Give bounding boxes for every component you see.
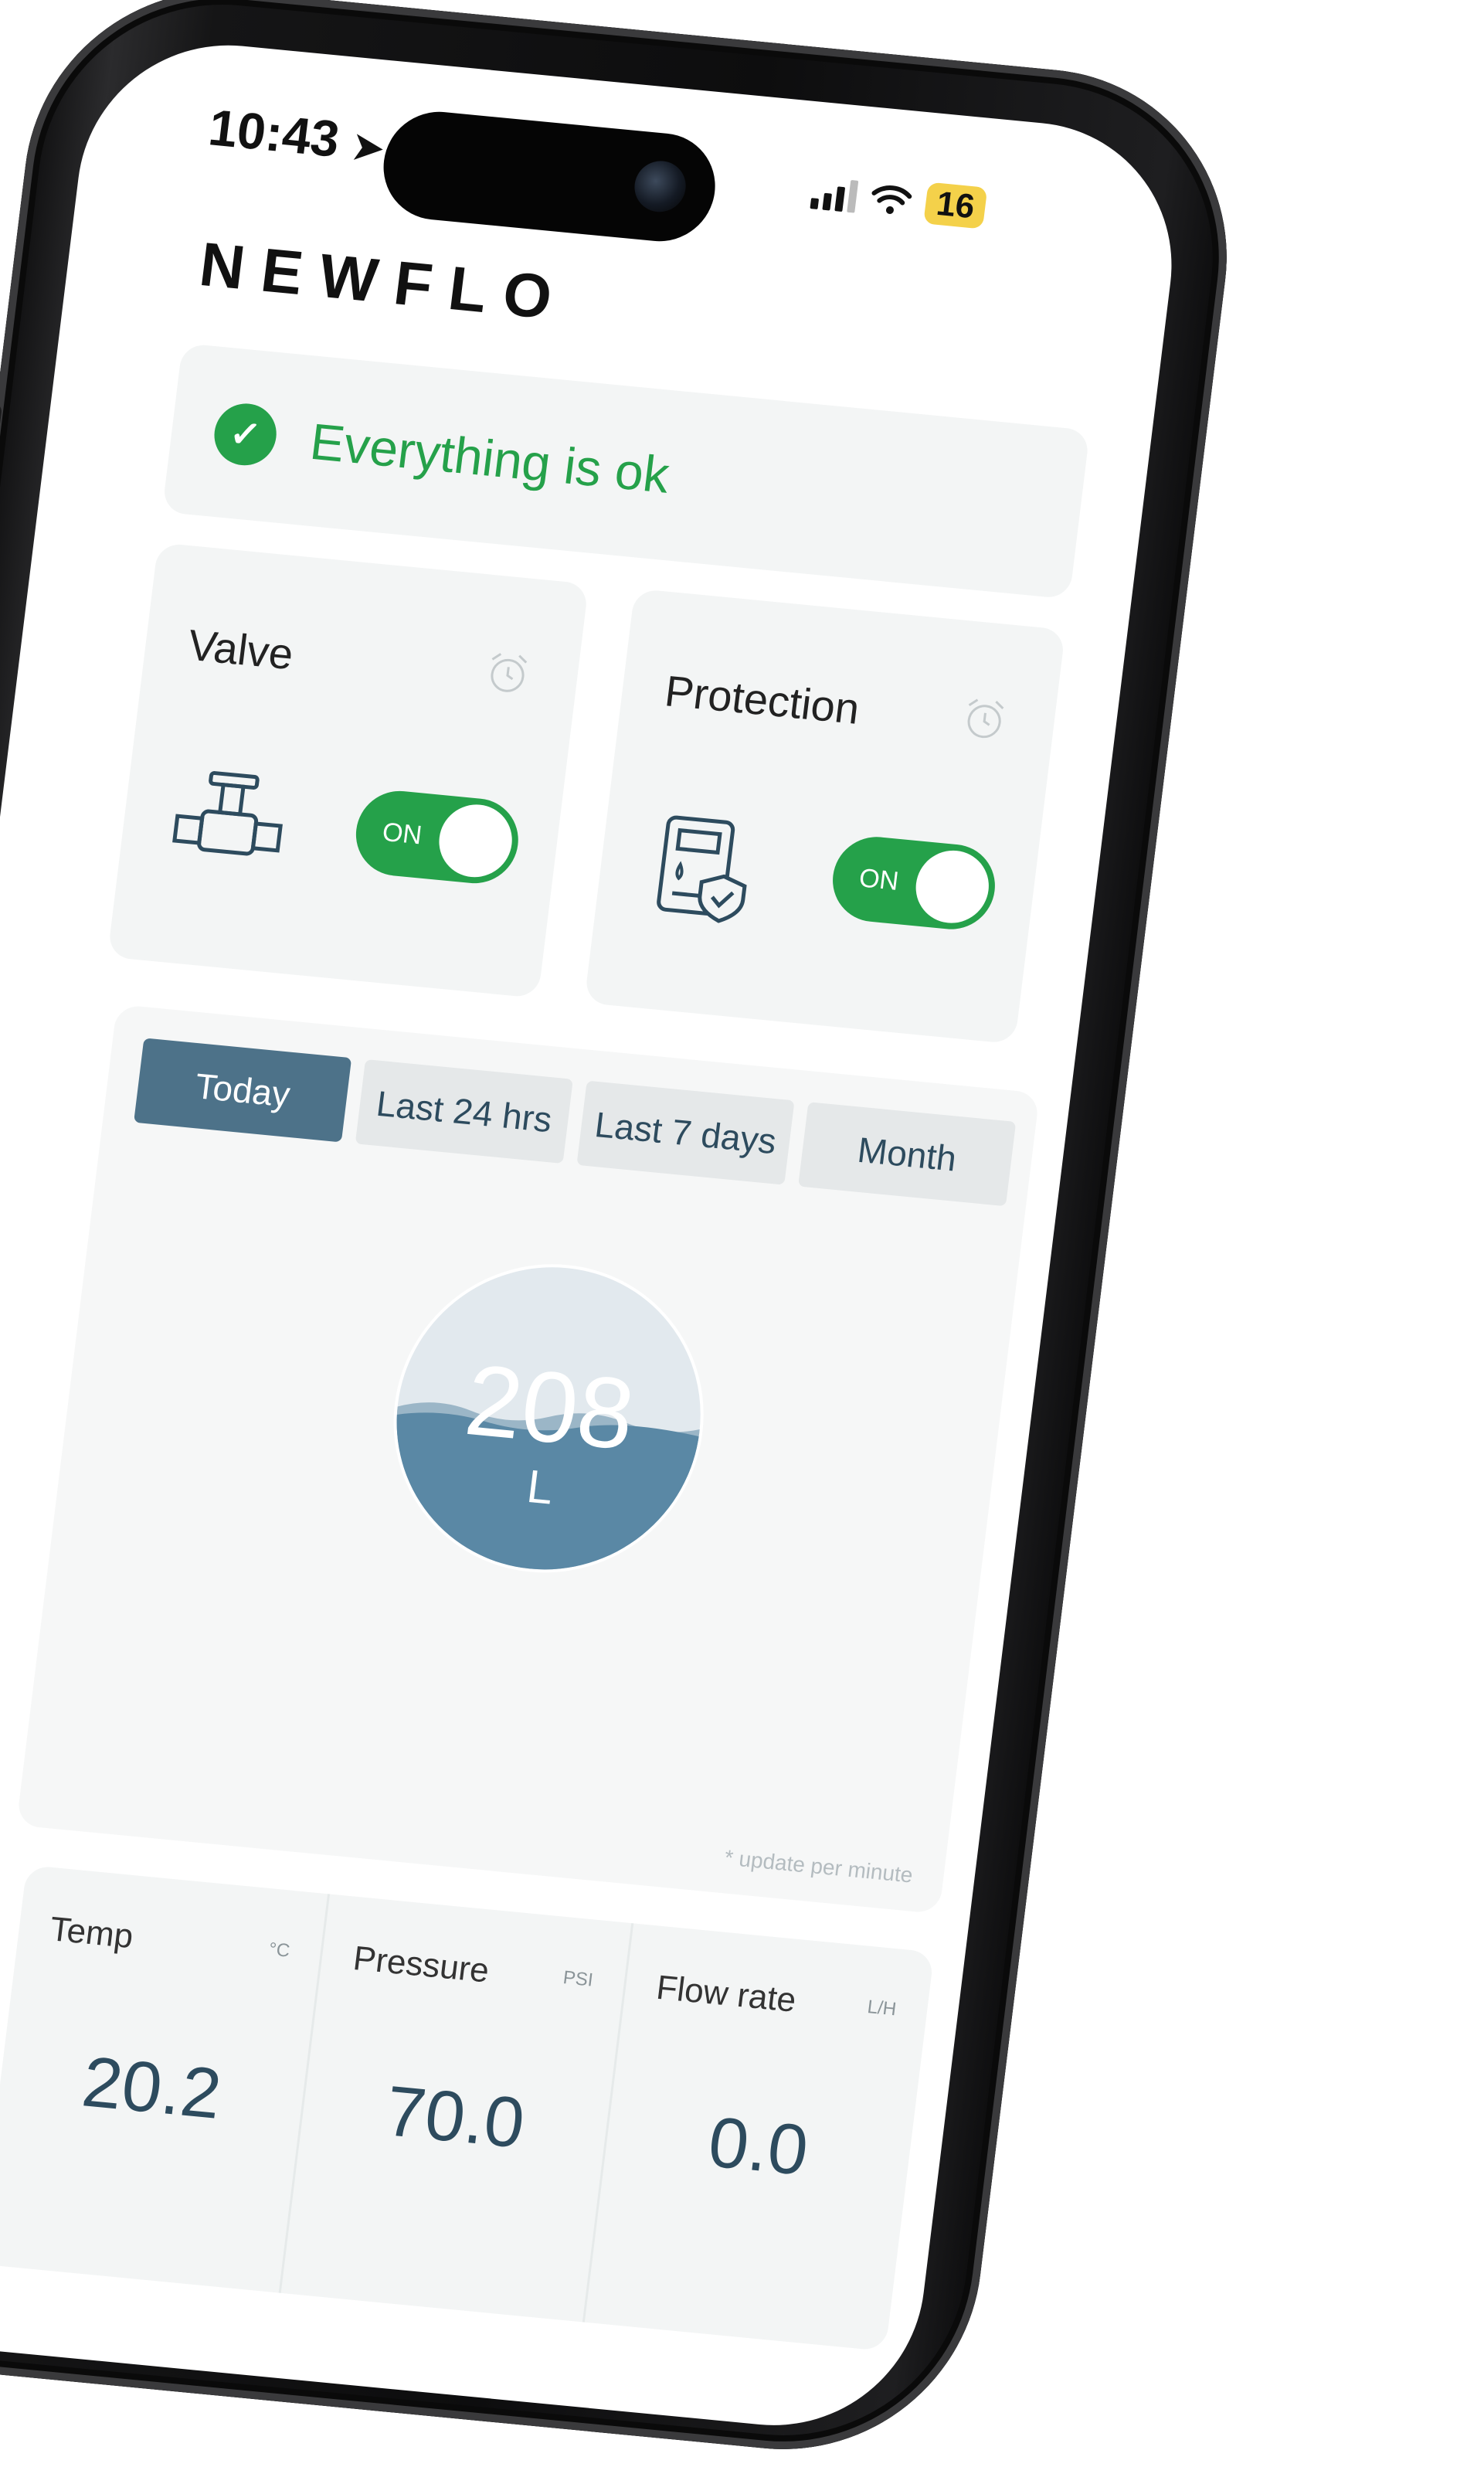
location-arrow-icon: ➤: [349, 126, 386, 170]
water-usage-gauge: 208 L: [376, 1250, 722, 1586]
status-text: Everything is ok: [307, 412, 673, 504]
dynamic-island: [377, 107, 722, 246]
valve-label: Valve: [185, 620, 297, 679]
status-time: 10:43 ➤: [205, 97, 388, 172]
brand-logo: NEWFLO: [195, 229, 572, 334]
phone-screen: 10:43 ➤ 16 NEWFLO ✓ Everything is ok Val…: [0, 32, 1189, 2439]
tab-last-24-hrs[interactable]: Last 24 hrs: [355, 1058, 573, 1164]
period-tabs: Today Last 24 hrs Last 7 days Month: [134, 1038, 1017, 1207]
metric-unit: °C: [267, 1939, 291, 1962]
metric-temp: Temp °C 20.2: [0, 1864, 331, 2293]
tab-month[interactable]: Month: [798, 1102, 1017, 1207]
protection-toggle-label: ON: [857, 863, 901, 896]
battery-indicator: 16: [923, 182, 988, 229]
signal-icon: [810, 175, 859, 213]
metrics-card: Temp °C 20.2 Pressure PSI 70.0 Flow rate…: [0, 1864, 935, 2352]
alarm-clock-icon[interactable]: [959, 694, 1010, 744]
wifi-icon: [871, 185, 912, 214]
status-indicators: 16: [810, 171, 988, 229]
metric-value: 0.0: [704, 2102, 813, 2190]
valve-card: Valve ON: [107, 542, 589, 998]
metric-label: Temp: [48, 1910, 136, 1956]
tab-today[interactable]: Today: [134, 1038, 352, 1143]
valve-icon: [172, 771, 283, 856]
metric-label: Flow rate: [654, 1968, 799, 2020]
valve-toggle[interactable]: ON: [351, 787, 524, 888]
metric-value: 20.2: [78, 2042, 226, 2134]
status-time-text: 10:43: [205, 98, 343, 168]
protection-card: Protection ON: [584, 588, 1066, 1045]
protection-label: Protection: [662, 666, 862, 733]
tab-last-7-days[interactable]: Last 7 days: [576, 1080, 795, 1185]
shield-meter-icon: [657, 815, 747, 923]
mute-switch: [0, 400, 3, 496]
camera-icon: [631, 158, 689, 215]
toggle-knob: [912, 847, 993, 926]
metric-value: 70.0: [381, 2071, 529, 2163]
phone-body: 10:43 ➤ 16 NEWFLO ✓ Everything is ok Val…: [0, 0, 1249, 2467]
toggle-knob: [435, 801, 517, 881]
metric-label: Pressure: [351, 1939, 491, 1990]
water-usage-card: Today Last 24 hrs Last 7 days Month 208 …: [16, 1004, 1040, 1915]
phone-mockup: 10:43 ➤ 16 NEWFLO ✓ Everything is ok Val…: [0, 0, 1249, 2467]
check-circle-icon: ✓: [210, 400, 280, 468]
protection-toggle[interactable]: ON: [827, 833, 1000, 933]
metric-flow-rate: Flow rate L/H 0.0: [585, 1923, 935, 2351]
metric-pressure: Pressure PSI 70.0: [281, 1894, 633, 2323]
metric-unit: L/H: [866, 1996, 898, 2020]
update-note: * update per minute: [723, 1845, 915, 1888]
metric-unit: PSI: [562, 1967, 595, 1991]
alarm-clock-icon[interactable]: [482, 648, 534, 698]
valve-toggle-label: ON: [380, 817, 424, 851]
